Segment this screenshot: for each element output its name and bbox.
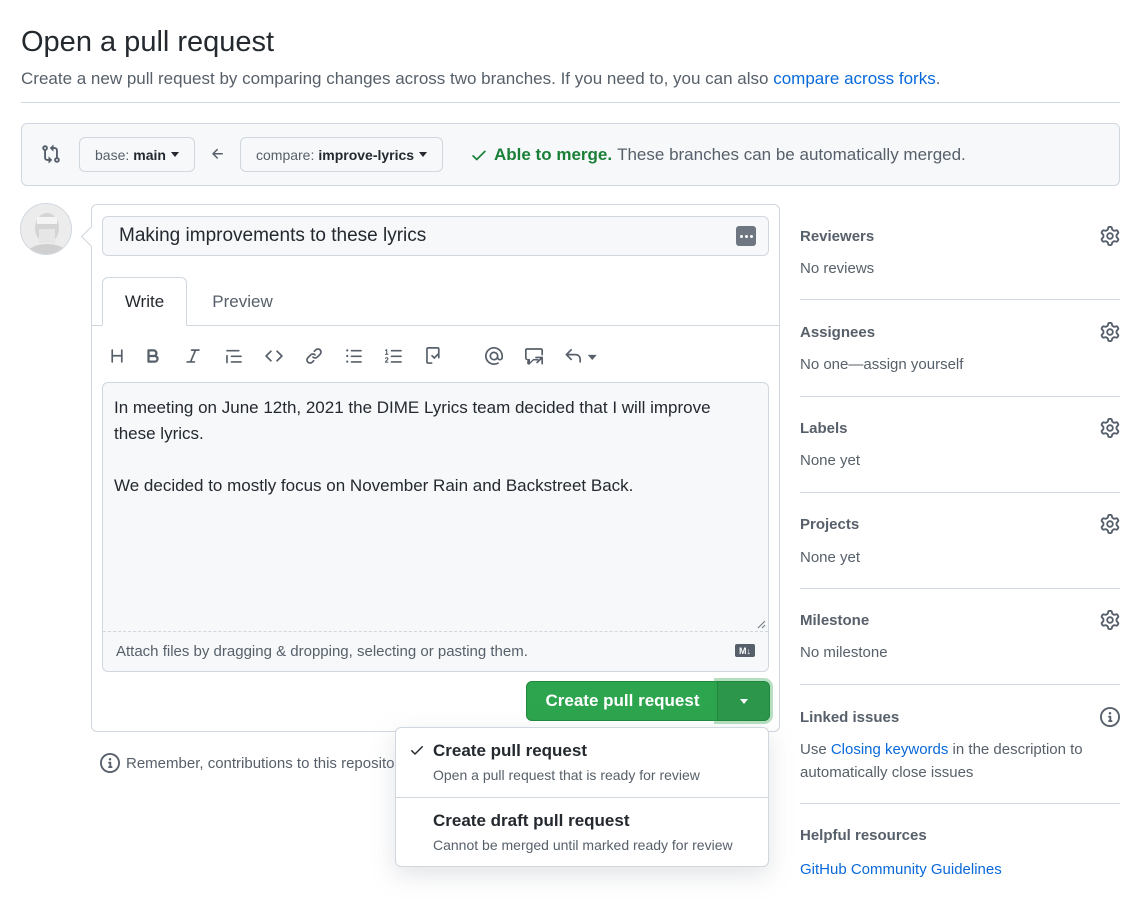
attach-files-bar[interactable]: Attach files by dragging & dropping, sel… [103, 631, 768, 671]
check-icon [409, 742, 425, 758]
menu-item-title: Create draft pull request [433, 811, 630, 830]
sidebar-heading[interactable]: Reviewers [800, 228, 874, 245]
sidebar-linked-issues: Linked issues Use Closing keywords in th… [800, 685, 1120, 804]
code-icon[interactable] [261, 343, 287, 369]
info-icon[interactable] [1100, 707, 1120, 727]
title-divider [21, 102, 1120, 103]
sidebar-heading[interactable]: Projects [800, 516, 859, 533]
sidebar-projects: Projects None yet [800, 493, 1120, 589]
resize-grip-icon[interactable] [756, 619, 766, 629]
assign-yourself-link[interactable]: No one—assign yourself [800, 353, 963, 376]
sidebar-heading[interactable]: Assignees [800, 324, 875, 341]
menu-item-create-draft-pull-request[interactable]: Create draft pull request Cannot be merg… [396, 798, 768, 868]
sidebar-heading: Helpful resources [800, 827, 927, 844]
unordered-list-icon[interactable] [341, 343, 367, 369]
create-options-menu: Create pull request Open a pull request … [395, 727, 769, 867]
sidebar-value: Use Closing keywords in the description … [800, 738, 1100, 784]
menu-item-description: Cannot be merged until marked ready for … [433, 837, 733, 853]
git-compare-icon [41, 144, 61, 164]
base-branch-button[interactable]: base: main [79, 137, 195, 172]
pr-title-input[interactable]: Making improvements to these lyrics [102, 216, 769, 256]
merge-status-text: These branches can be automatically merg… [617, 145, 966, 164]
gear-icon[interactable] [1100, 322, 1120, 342]
heading-icon[interactable] [104, 343, 130, 369]
pr-title-value: Making improvements to these lyrics [119, 225, 427, 246]
compare-across-forks-link[interactable]: compare across forks [773, 69, 936, 88]
base-branch-name: main [133, 146, 166, 163]
sidebar-value: None yet [800, 549, 861, 566]
ordered-list-icon[interactable] [381, 343, 407, 369]
pr-body-line: In meeting on June 12th, 2021 the DIME L… [114, 398, 711, 443]
gear-icon[interactable] [1100, 226, 1120, 246]
compare-branch-name: improve-lyrics [318, 146, 415, 163]
avatar[interactable] [20, 203, 72, 255]
page-subtitle-end: . [935, 69, 941, 88]
quote-icon[interactable] [221, 343, 247, 369]
sidebar-reviewers: Reviewers No reviews [800, 204, 1120, 300]
sidebar-helpful-resources: Helpful resources GitHub Community Guide… [800, 804, 1120, 894]
pull-request-form: Making improvements to these lyrics Writ… [91, 204, 780, 732]
reply-icon[interactable] [561, 343, 601, 369]
contribution-notice: Remember, contributions to this reposito… [100, 753, 400, 773]
merge-status: Able to merge. These branches can be aut… [470, 145, 966, 165]
tabs-divider [92, 325, 779, 326]
gear-icon[interactable] [1100, 418, 1120, 438]
merge-ok-label: Able to merge. [494, 145, 613, 164]
chevron-down-icon [419, 152, 428, 157]
mention-icon[interactable] [481, 343, 507, 369]
page-subtitle-text: Create a new pull request by comparing c… [21, 69, 774, 88]
compare-prefix: compare: [256, 146, 315, 163]
sidebar-value: None yet [800, 452, 861, 469]
page-title: Open a pull request [21, 26, 275, 58]
sidebar-milestone: Milestone No milestone [800, 589, 1120, 685]
chevron-down-icon [739, 698, 748, 704]
check-icon [470, 146, 488, 164]
page-subtitle: Create a new pull request by comparing c… [21, 69, 940, 89]
gear-icon[interactable] [1100, 610, 1120, 630]
arrow-left-icon [210, 146, 226, 162]
menu-item-description: Open a pull request that is ready for re… [433, 767, 700, 783]
linked-issues-prefix: Use [800, 741, 831, 758]
more-options-icon[interactable] [736, 226, 756, 246]
sidebar-heading[interactable]: Milestone [800, 612, 869, 629]
base-prefix: base: [95, 146, 130, 163]
menu-item-create-pull-request[interactable]: Create pull request Open a pull request … [396, 728, 768, 798]
sidebar-value: No reviews [800, 260, 875, 277]
create-pull-request-button[interactable]: Create pull request [526, 681, 719, 721]
create-options-dropdown-button[interactable] [717, 681, 770, 721]
pr-body-text: In meeting on June 12th, 2021 the DIME L… [114, 395, 754, 499]
sidebar-assignees: Assignees No one—assign yourself [800, 300, 1120, 397]
link-icon[interactable] [301, 343, 327, 369]
pr-body-line: We decided to mostly focus on November R… [114, 476, 634, 495]
tab-preview[interactable]: Preview [200, 277, 285, 326]
info-icon [100, 753, 120, 773]
gear-icon[interactable] [1100, 514, 1120, 534]
tab-write[interactable]: Write [102, 277, 187, 326]
sidebar-value: GitHub Community Guidelines [800, 858, 1002, 881]
sidebar-heading[interactable]: Labels [800, 420, 848, 437]
contribution-notice-text: Remember, contributions to this reposito… [126, 754, 400, 772]
sidebar-heading: Linked issues [800, 709, 900, 726]
chevron-down-icon [170, 152, 179, 157]
sidebar-value: No milestone [800, 644, 888, 661]
italic-icon[interactable] [180, 343, 206, 369]
sidebar-labels: Labels None yet [800, 397, 1120, 493]
bold-icon[interactable] [140, 343, 166, 369]
attach-files-text: Attach files by dragging & dropping, sel… [116, 643, 528, 660]
compare-branch-button[interactable]: compare: improve-lyrics [240, 137, 444, 172]
pr-body-editor[interactable]: In meeting on June 12th, 2021 the DIME L… [102, 382, 769, 672]
task-list-icon[interactable] [421, 343, 447, 369]
menu-item-title: Create pull request [433, 741, 587, 760]
reference-icon[interactable] [521, 343, 547, 369]
community-guidelines-link[interactable]: GitHub Community Guidelines [800, 861, 1002, 878]
closing-keywords-link[interactable]: Closing keywords [831, 741, 949, 758]
branch-range-box: base: main compare: improve-lyrics Able … [21, 123, 1120, 186]
markdown-icon[interactable]: M↓ [735, 644, 755, 657]
